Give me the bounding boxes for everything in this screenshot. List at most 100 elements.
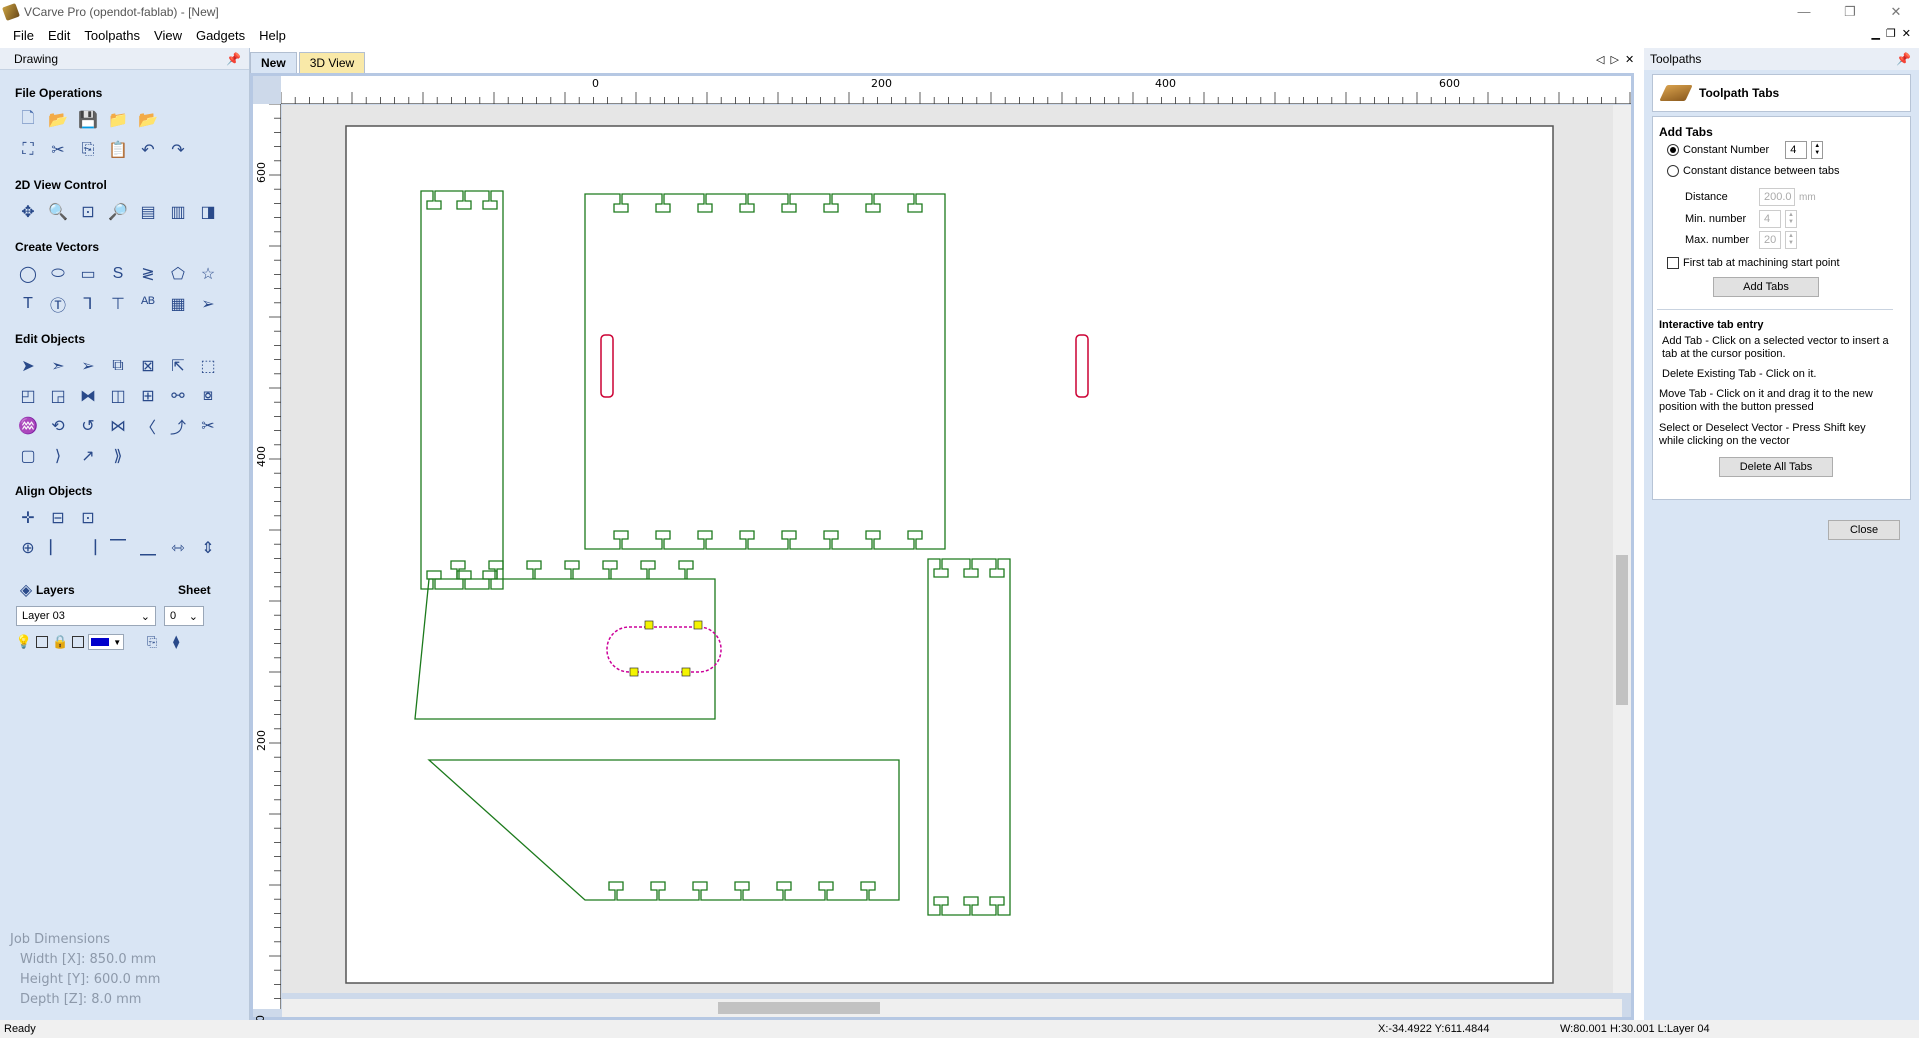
array-icon[interactable]: ⊠ — [136, 354, 160, 378]
smooth-icon[interactable]: ⤴ — [166, 414, 190, 438]
grid-array-icon[interactable]: ⊞ — [136, 384, 160, 408]
zoom-box-icon[interactable]: 🔎 — [106, 200, 130, 224]
auto-layout-text-icon[interactable]: ᴬᴮ — [136, 292, 160, 316]
rotate-box-icon[interactable]: ◲ — [46, 384, 70, 408]
angle-icon[interactable]: 〈 — [136, 414, 160, 438]
max-number-input[interactable]: 20 — [1759, 231, 1781, 249]
paste-icon[interactable]: 📋 — [106, 138, 130, 162]
mirror-icon[interactable]: ⧓ — [76, 384, 100, 408]
nest-icon[interactable]: ⧇ — [196, 384, 220, 408]
layer-stack-icon[interactable]: ⧫ — [166, 632, 186, 652]
menu-help[interactable]: Help — [252, 28, 293, 43]
space-horizontal-icon[interactable]: ⇿ — [166, 536, 190, 560]
barcode-icon[interactable]: ▦ — [166, 292, 190, 316]
close-window-button[interactable]: ✕ — [1873, 0, 1919, 23]
curve-icon[interactable]: S — [106, 262, 130, 286]
polyline-icon[interactable]: ≷ — [136, 262, 160, 286]
menu-view[interactable]: View — [147, 28, 189, 43]
zoom-icon[interactable]: 🔍 — [46, 200, 70, 224]
cut-icon[interactable]: ✂ — [46, 138, 70, 162]
constant-number-radio[interactable] — [1667, 144, 1679, 156]
drawing-canvas[interactable] — [282, 105, 1622, 993]
pan-icon[interactable]: ✥ — [16, 200, 40, 224]
scale-icon[interactable]: ⬚ — [196, 354, 220, 378]
pin-icon[interactable]: 📌 — [226, 52, 241, 66]
circle-icon[interactable]: ◯ — [16, 262, 40, 286]
horizontal-center-icon[interactable]: ⊟ — [46, 506, 70, 530]
vertical-scrollbar[interactable] — [1613, 105, 1631, 993]
close-vector-icon[interactable]: ⟩ — [46, 444, 70, 468]
menu-gadgets[interactable]: Gadgets — [189, 28, 252, 43]
select-icon[interactable]: ➤ — [16, 354, 40, 378]
mdi-close-icon[interactable]: ✕ — [1902, 27, 1911, 40]
view-toggle-icon[interactable]: ▤ — [136, 200, 160, 224]
vertical-center-icon[interactable]: ⊡ — [76, 506, 100, 530]
move-icon[interactable]: ⇱ — [166, 354, 190, 378]
align-left-icon[interactable]: ⎸ — [46, 536, 70, 560]
fit-view-icon[interactable]: ◨ — [196, 200, 220, 224]
text-on-curve-icon[interactable]: Ꞁ — [76, 292, 100, 316]
layer-lock-checkbox[interactable] — [72, 636, 85, 648]
mdi-restore-icon[interactable]: ❐ — [1886, 27, 1896, 40]
zoom-all-icon[interactable]: ⊡ — [76, 200, 100, 224]
star-icon[interactable]: ☆ — [196, 262, 220, 286]
resize-icon[interactable]: ◰ — [16, 384, 40, 408]
pin-icon[interactable]: 📌 — [1896, 52, 1911, 66]
min-number-spinner[interactable]: ▲ ▼ — [1785, 210, 1797, 228]
job-size-icon[interactable]: ⛶ — [16, 138, 40, 162]
vertical-scroll-thumb[interactable] — [1616, 555, 1628, 705]
split-view-icon[interactable]: ▥ — [166, 200, 190, 224]
offset-icon[interactable]: ⟲ — [46, 414, 70, 438]
copy-icon[interactable]: ⎘ — [76, 138, 100, 162]
fillet-icon[interactable]: ↺ — [76, 414, 100, 438]
size-icon[interactable]: ⧉ — [106, 354, 130, 378]
polygon-icon[interactable]: ⬠ — [166, 262, 190, 286]
break-icon[interactable]: ⟫ — [106, 444, 130, 468]
minimize-button[interactable]: — — [1781, 0, 1827, 23]
menu-file[interactable]: File — [6, 28, 41, 43]
min-number-input[interactable]: 4 — [1759, 210, 1781, 228]
layer-manager-icon[interactable]: ⎘ — [142, 632, 162, 652]
constant-number-spinner[interactable]: ▲ ▼ — [1811, 141, 1824, 159]
dimension-icon[interactable]: ⊤ — [106, 292, 130, 316]
previous-view-icon[interactable]: ◁ — [1596, 53, 1604, 66]
space-vertical-icon[interactable]: ⇕ — [196, 536, 220, 560]
add-tabs-button[interactable]: Add Tabs — [1713, 277, 1819, 297]
text-box-icon[interactable]: Ⓣ — [46, 292, 70, 316]
open-file-icon[interactable]: 📂 — [46, 108, 70, 132]
close-button[interactable]: Close — [1828, 520, 1900, 540]
constant-distance-radio[interactable] — [1667, 165, 1679, 177]
distort-icon[interactable]: ♒ — [16, 414, 40, 438]
align-top-icon[interactable]: ⎺ — [106, 536, 130, 560]
node-edit-icon[interactable]: ➣ — [46, 354, 70, 378]
close-view-icon[interactable]: ✕ — [1625, 53, 1634, 66]
join-icon[interactable]: ⋈ — [106, 414, 130, 438]
menu-edit[interactable]: Edit — [41, 28, 77, 43]
lightbulb-icon[interactable]: 💡 — [16, 634, 32, 650]
layer-dropdown[interactable]: Layer 03 ⌄ — [16, 606, 156, 626]
tab-3d-view[interactable]: 3D View — [298, 52, 366, 74]
flip-icon[interactable]: ◫ — [106, 384, 130, 408]
layer-color-dropdown[interactable]: ▼ — [88, 634, 125, 650]
trim-icon[interactable]: ✂ — [196, 414, 220, 438]
text-icon[interactable]: T — [16, 292, 40, 316]
horizontal-scroll-thumb[interactable] — [718, 1002, 880, 1014]
lock-icon[interactable]: 🔒 — [52, 634, 68, 650]
import-icon[interactable]: 📂 — [136, 108, 160, 132]
redo-icon[interactable]: ↷ — [166, 138, 190, 162]
save-file-icon[interactable]: 💾 — [76, 108, 100, 132]
align-bottom-icon[interactable]: ⎽ — [136, 536, 160, 560]
delete-all-tabs-button[interactable]: Delete All Tabs — [1719, 457, 1833, 477]
constant-number-input[interactable]: 4 — [1785, 141, 1808, 159]
extend-icon[interactable]: ↗ — [76, 444, 100, 468]
tab-new[interactable]: New — [250, 52, 297, 74]
weld-icon[interactable]: ⚯ — [166, 384, 190, 408]
ellipse-icon[interactable]: ⬭ — [46, 262, 70, 286]
max-number-spinner[interactable]: ▲ ▼ — [1785, 231, 1797, 249]
new-file-icon[interactable]: 🗋 — [16, 108, 40, 132]
undo-icon[interactable]: ↶ — [136, 138, 160, 162]
sheet-dropdown[interactable]: 0 ⌄ — [164, 606, 204, 626]
draw-arrow-icon[interactable]: ➢ — [196, 292, 220, 316]
distance-input[interactable]: 200.0 — [1759, 188, 1795, 206]
open-folder-icon[interactable]: 📁 — [106, 108, 130, 132]
